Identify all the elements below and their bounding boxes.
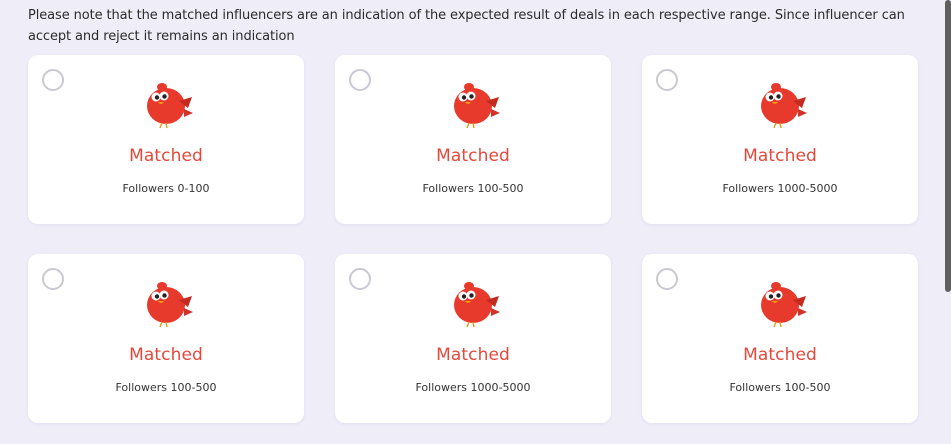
tier-card[interactable]: Matched Followers 100-500 — [642, 254, 918, 423]
radio-button[interactable] — [349, 69, 371, 91]
tier-card[interactable]: Matched Followers 0-100 — [28, 55, 304, 224]
red-bird-icon — [454, 83, 500, 129]
red-bird-icon — [761, 83, 807, 129]
tier-card[interactable]: Matched Followers 100-500 — [28, 254, 304, 423]
tier-card[interactable]: Matched Followers 1000-5000 — [335, 254, 611, 423]
followers-range: Followers 0-100 — [122, 182, 210, 195]
red-bird-icon — [147, 282, 193, 328]
followers-range: Followers 100-500 — [729, 381, 831, 394]
match-status: Matched — [129, 345, 203, 365]
radio-button[interactable] — [42, 268, 64, 290]
followers-range: Followers 1000-5000 — [722, 182, 838, 195]
followers-range: Followers 1000-5000 — [415, 381, 531, 394]
red-bird-icon — [761, 282, 807, 328]
match-status: Matched — [743, 146, 817, 166]
radio-button[interactable] — [42, 69, 64, 91]
tier-card[interactable]: Matched Followers 1000-5000 — [642, 55, 918, 224]
match-status: Matched — [436, 146, 510, 166]
match-status: Matched — [436, 345, 510, 365]
scrollbar[interactable] — [945, 0, 951, 292]
radio-button[interactable] — [656, 69, 678, 91]
tier-card-grid: Matched Followers 0-100 Matched Follower… — [28, 55, 918, 423]
followers-range: Followers 100-500 — [422, 182, 524, 195]
red-bird-icon — [454, 282, 500, 328]
tier-card[interactable]: Matched Followers 100-500 — [335, 55, 611, 224]
match-status: Matched — [129, 146, 203, 166]
radio-button[interactable] — [656, 268, 678, 290]
followers-range: Followers 100-500 — [115, 381, 217, 394]
match-status: Matched — [743, 345, 817, 365]
radio-button[interactable] — [349, 268, 371, 290]
info-note: Please note that the matched influencers… — [28, 8, 905, 44]
red-bird-icon — [147, 83, 193, 129]
